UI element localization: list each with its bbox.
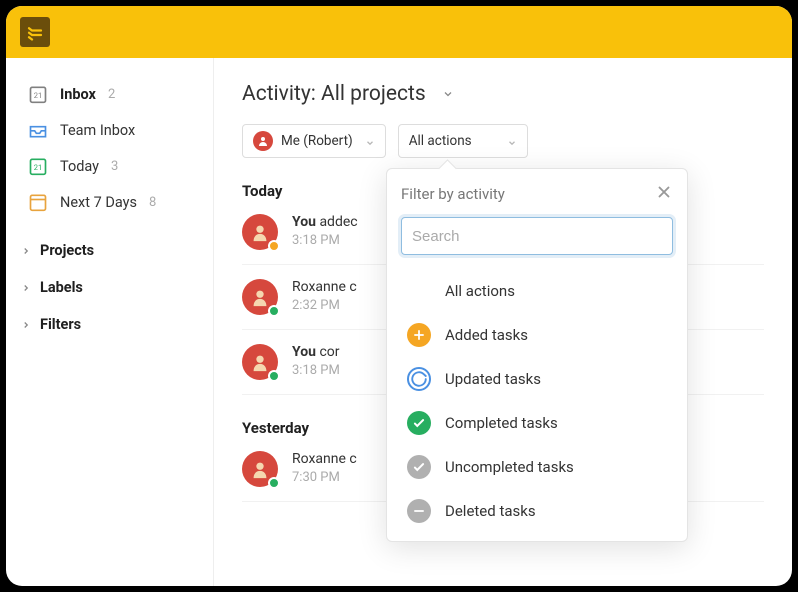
filter-option[interactable]: Uncompleted tasks: [401, 445, 673, 489]
activity-text: Roxanne c: [292, 451, 357, 467]
today-icon: 21: [28, 156, 48, 176]
app-logo-icon: [20, 17, 50, 47]
filter-option[interactable]: Added tasks: [401, 313, 673, 357]
check-icon: [407, 455, 431, 479]
activity-body: Roxanne c 2:32 PM: [292, 279, 357, 313]
filter-option-label: Updated tasks: [445, 370, 541, 388]
search-input[interactable]: [401, 217, 673, 255]
avatar: [242, 344, 278, 380]
sidebar-item-label: Inbox: [60, 86, 96, 103]
sidebar-section-filters[interactable]: Filters: [6, 306, 213, 343]
filter-user-label: Me (Robert): [281, 133, 353, 149]
avatar: [253, 131, 273, 151]
sidebar-item-count: 3: [111, 159, 118, 174]
filter-option-label: Added tasks: [445, 326, 528, 344]
status-badge-icon: [268, 477, 280, 489]
sidebar-item-label: Next 7 Days: [60, 194, 137, 211]
filters-row: Me (Robert) All actions: [242, 124, 764, 158]
activity-body: You addec 3:18 PM: [292, 214, 358, 248]
check-icon: [407, 411, 431, 435]
filter-option-label: All actions: [445, 282, 515, 300]
filter-popover: Filter by activity All actions Added tas…: [386, 168, 688, 542]
avatar: [242, 279, 278, 315]
sidebar-section-projects[interactable]: Projects: [6, 232, 213, 269]
page-title-text: Activity: All projects: [242, 82, 426, 106]
filter-option-label: Completed tasks: [445, 414, 558, 432]
popover-header: Filter by activity: [401, 183, 673, 205]
sidebar-section-label: Projects: [40, 242, 94, 259]
sidebar: 21 Inbox 2 Team Inbox 21 Today 3 Next 7 …: [6, 58, 214, 586]
avatar: [242, 214, 278, 250]
filter-option[interactable]: Updated tasks: [401, 357, 673, 401]
chevron-down-icon: [365, 136, 375, 146]
activity-text: You cor: [292, 344, 340, 360]
status-badge-icon: [268, 240, 280, 252]
activity-time: 2:32 PM: [292, 298, 357, 313]
team-inbox-icon: [28, 120, 48, 140]
chevron-right-icon: [20, 282, 32, 294]
chevron-right-icon: [20, 319, 32, 331]
plus-icon: [407, 323, 431, 347]
sidebar-section-labels[interactable]: Labels: [6, 269, 213, 306]
activity-time: 3:18 PM: [292, 233, 358, 248]
filter-option[interactable]: Completed tasks: [401, 401, 673, 445]
svg-text:21: 21: [34, 163, 42, 172]
sidebar-section-label: Labels: [40, 279, 83, 296]
refresh-icon: [407, 367, 431, 391]
titlebar: [6, 6, 792, 58]
svg-text:21: 21: [34, 91, 42, 100]
filter-action-dropdown[interactable]: All actions: [398, 124, 528, 158]
chevron-right-icon: [20, 245, 32, 257]
filter-action-label: All actions: [409, 133, 472, 149]
sidebar-section-label: Filters: [40, 316, 81, 333]
chevron-down-icon: [507, 136, 517, 146]
sidebar-item-count: 8: [149, 195, 156, 210]
filter-option-label: Deleted tasks: [445, 502, 536, 520]
activity-time: 3:18 PM: [292, 363, 340, 378]
filter-option-label: Uncompleted tasks: [445, 458, 574, 476]
activity-body: Roxanne c 7:30 PM: [292, 451, 357, 485]
sidebar-item-inbox[interactable]: 21 Inbox 2: [6, 76, 213, 112]
activity-time: 7:30 PM: [292, 470, 357, 485]
filter-option-list: All actions Added tasks Updated tasks Co…: [401, 269, 673, 533]
app-window: 21 Inbox 2 Team Inbox 21 Today 3 Next 7 …: [6, 6, 792, 586]
popover-title: Filter by activity: [401, 185, 505, 203]
filter-option[interactable]: Deleted tasks: [401, 489, 673, 533]
avatar: [242, 451, 278, 487]
app-body: 21 Inbox 2 Team Inbox 21 Today 3 Next 7 …: [6, 58, 792, 586]
sidebar-item-next7[interactable]: Next 7 Days 8: [6, 184, 213, 220]
activity-text: You addec: [292, 214, 358, 230]
inbox-icon: 21: [28, 84, 48, 104]
filter-option[interactable]: All actions: [401, 269, 673, 313]
activity-body: You cor 3:18 PM: [292, 344, 340, 378]
status-badge-icon: [268, 370, 280, 382]
sidebar-item-label: Team Inbox: [60, 122, 135, 139]
minus-icon: [407, 499, 431, 523]
chevron-down-icon[interactable]: [442, 82, 454, 106]
sidebar-item-team-inbox[interactable]: Team Inbox: [6, 112, 213, 148]
page-title: Activity: All projects: [242, 82, 764, 106]
status-badge-icon: [268, 305, 280, 317]
activity-text: Roxanne c: [292, 279, 357, 295]
sidebar-item-count: 2: [108, 87, 115, 102]
filter-user-dropdown[interactable]: Me (Robert): [242, 124, 386, 158]
sidebar-item-today[interactable]: 21 Today 3: [6, 148, 213, 184]
sidebar-item-label: Today: [60, 158, 99, 175]
close-icon[interactable]: [655, 183, 673, 205]
next7-icon: [28, 192, 48, 212]
